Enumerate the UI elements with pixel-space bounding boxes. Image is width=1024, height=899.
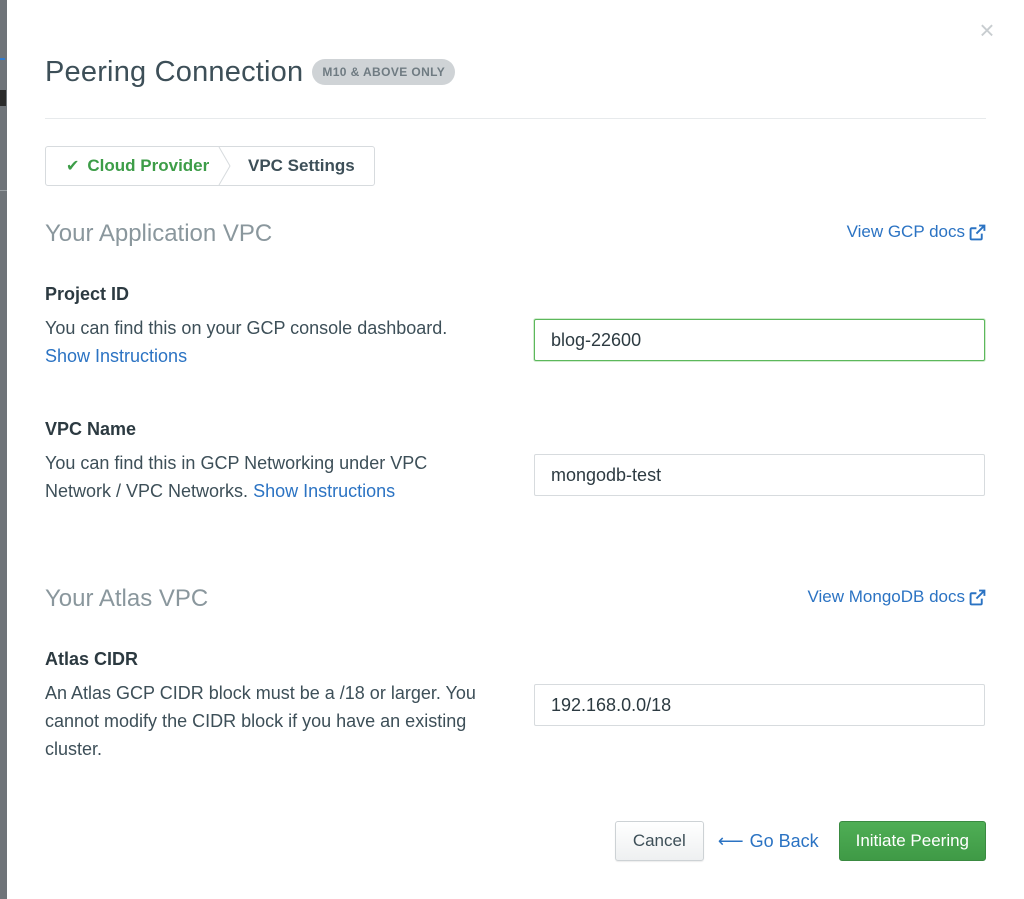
backdrop-fragment [0, 190, 7, 191]
docs-link-label: View MongoDB docs [807, 587, 966, 606]
modal-title: Peering Connection [45, 55, 304, 88]
step-vpc-settings[interactable]: VPC Settings [224, 147, 355, 185]
check-icon: ✔ [66, 158, 80, 175]
go-back-label: Go Back [749, 830, 819, 851]
peering-connection-modal: × Peering Connection M10 & ABOVE ONLY ✔ … [7, 0, 1024, 899]
wizard-steps: ✔ Cloud Provider VPC Settings [45, 146, 375, 186]
section-title-atlas-vpc: Your Atlas VPC [45, 585, 209, 612]
view-mongodb-docs-link[interactable]: View MongoDB docs [808, 587, 987, 607]
section-title-app-vpc: Your Application VPC [45, 220, 273, 247]
atlas-cidr-input[interactable] [534, 684, 985, 726]
project-id-label: Project ID [45, 284, 130, 304]
initiate-peering-button[interactable]: Initiate Peering [838, 821, 986, 861]
docs-link-label: View GCP docs [846, 222, 965, 241]
go-back-link[interactable]: ⟵ Go Back [718, 831, 819, 852]
modal-header: Peering Connection M10 & ABOVE ONLY [45, 52, 456, 92]
step-label: VPC Settings [248, 156, 355, 175]
project-id-description: You can find this on your GCP console da… [45, 314, 505, 370]
page-backdrop [0, 0, 7, 899]
atlas-cidr-label: Atlas CIDR [45, 649, 139, 669]
vpc-name-show-instructions-link[interactable]: Show Instructions [253, 481, 395, 501]
step-label: Cloud Provider [87, 156, 210, 175]
external-link-icon [969, 589, 986, 605]
tier-badge: M10 & ABOVE ONLY [312, 59, 456, 85]
vpc-name-input[interactable] [534, 454, 985, 496]
project-id-input[interactable] [534, 319, 985, 361]
modal-footer: Cancel ⟵ Go Back Initiate Peering [614, 821, 986, 861]
close-icon[interactable]: × [977, 17, 997, 43]
backdrop-fragment [0, 90, 6, 106]
external-link-icon [969, 224, 986, 240]
vpc-name-label: VPC Name [45, 419, 137, 439]
atlas-cidr-description: An Atlas GCP CIDR block must be a /18 or… [45, 683, 476, 759]
vpc-name-description: You can find this in GCP Networking unde… [45, 449, 485, 505]
project-id-show-instructions-link[interactable]: Show Instructions [45, 346, 187, 366]
header-divider [45, 118, 986, 119]
arrow-left-icon: ⟵ [717, 830, 744, 851]
project-id-help-text: You can find this on your GCP console da… [45, 318, 448, 338]
view-gcp-docs-link[interactable]: View GCP docs [847, 222, 986, 242]
step-cloud-provider[interactable]: ✔ Cloud Provider [46, 147, 224, 185]
backdrop-fragment [0, 58, 5, 60]
cancel-button[interactable]: Cancel [614, 821, 704, 861]
